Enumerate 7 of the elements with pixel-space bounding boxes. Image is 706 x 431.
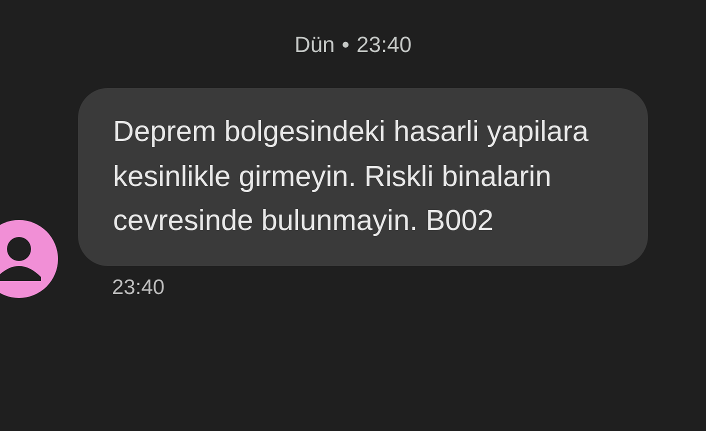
header-time: 23:40: [356, 31, 412, 59]
date-label: Dün: [294, 31, 335, 59]
message-bubble[interactable]: Deprem bolgesindeki hasarli yapilara kesinlikle girmeyin. Riskli binalarin cevresinde bulunmayin. B002: [78, 88, 648, 266]
message-time: 23:40: [112, 276, 166, 300]
avatar-icon[interactable]: [0, 219, 59, 299]
message-text: Deprem bolgesindeki hasarli yapilara kesinlikle girmeyin. Riskli binalarin cevresinde bulunmayin. B002: [113, 115, 590, 239]
separator-dot: •: [342, 31, 350, 59]
